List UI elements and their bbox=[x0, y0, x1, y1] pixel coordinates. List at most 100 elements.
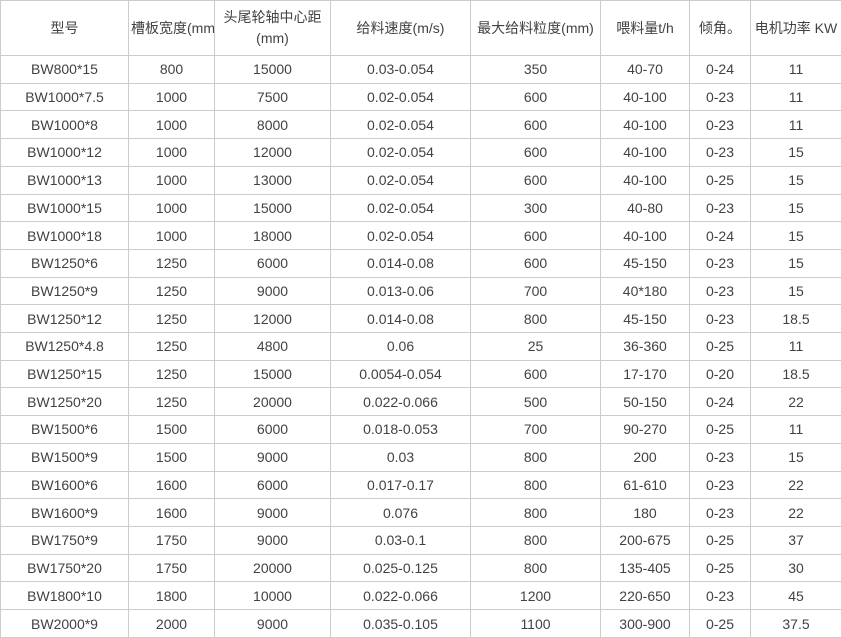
table-cell: 22 bbox=[751, 499, 841, 527]
table-cell: BW1750*9 bbox=[1, 526, 129, 554]
table-cell: 800 bbox=[471, 526, 601, 554]
table-row: BW1250*121250120000.014-0.0880045-1500-2… bbox=[1, 305, 841, 333]
table-row: BW1500*6150060000.018-0.05370090-2700-25… bbox=[1, 416, 841, 444]
table-cell: 0.02-0.054 bbox=[331, 222, 471, 250]
table-cell: BW1500*6 bbox=[1, 416, 129, 444]
table-cell: 11 bbox=[751, 416, 841, 444]
table-cell: 1250 bbox=[129, 249, 215, 277]
table-cell: 0.076 bbox=[331, 499, 471, 527]
table-cell: BW1250*20 bbox=[1, 388, 129, 416]
table-cell: 600 bbox=[471, 83, 601, 111]
table-cell: 0.02-0.054 bbox=[331, 83, 471, 111]
table-cell: 7500 bbox=[215, 83, 331, 111]
table-cell: 600 bbox=[471, 222, 601, 250]
table-cell: 200 bbox=[601, 443, 690, 471]
table-cell: 45 bbox=[751, 582, 841, 610]
table-cell: 700 bbox=[471, 277, 601, 305]
table-cell: 15 bbox=[751, 277, 841, 305]
table-row: BW1600*6160060000.017-0.1780061-6100-232… bbox=[1, 471, 841, 499]
table-cell: BW1750*20 bbox=[1, 554, 129, 582]
table-cell: BW1250*15 bbox=[1, 360, 129, 388]
table-cell: 40-100 bbox=[601, 222, 690, 250]
table-cell: 20000 bbox=[215, 554, 331, 582]
table-cell: 0.022-0.066 bbox=[331, 582, 471, 610]
column-header: 喂料量t/h bbox=[601, 1, 690, 56]
table-cell: 17-170 bbox=[601, 360, 690, 388]
table-cell: 0-23 bbox=[690, 111, 751, 139]
table-cell: 0-23 bbox=[690, 249, 751, 277]
table-cell: 600 bbox=[471, 360, 601, 388]
table-cell: 0-23 bbox=[690, 443, 751, 471]
table-cell: 0-25 bbox=[690, 526, 751, 554]
table-cell: 0-25 bbox=[690, 166, 751, 194]
table-cell: 1250 bbox=[129, 388, 215, 416]
table-row: BW1500*9150090000.038002000-2315 bbox=[1, 443, 841, 471]
table-cell: BW1800*10 bbox=[1, 582, 129, 610]
table-cell: 0-25 bbox=[690, 610, 751, 638]
table-cell: 15 bbox=[751, 222, 841, 250]
table-cell: 1250 bbox=[129, 277, 215, 305]
table-cell: 800 bbox=[129, 56, 215, 84]
table-cell: 1600 bbox=[129, 471, 215, 499]
table-cell: 40-100 bbox=[601, 139, 690, 167]
table-cell: 40-100 bbox=[601, 111, 690, 139]
table-cell: 600 bbox=[471, 139, 601, 167]
table-cell: 9000 bbox=[215, 443, 331, 471]
table-cell: 18.5 bbox=[751, 360, 841, 388]
table-cell: 15000 bbox=[215, 56, 331, 84]
table-cell: 10000 bbox=[215, 582, 331, 610]
table-cell: 600 bbox=[471, 249, 601, 277]
table-cell: 40-100 bbox=[601, 83, 690, 111]
table-row: BW1250*151250150000.0054-0.05460017-1700… bbox=[1, 360, 841, 388]
table-cell: 9000 bbox=[215, 526, 331, 554]
table-cell: 0-25 bbox=[690, 416, 751, 444]
table-cell: 11 bbox=[751, 333, 841, 361]
table-cell: BW1000*15 bbox=[1, 194, 129, 222]
column-header: 槽板宽度(mm) bbox=[129, 1, 215, 56]
table-cell: 1000 bbox=[129, 111, 215, 139]
table-row: BW1250*9125090000.013-0.0670040*1800-231… bbox=[1, 277, 841, 305]
table-cell: 0.02-0.054 bbox=[331, 111, 471, 139]
column-header: 给料速度(m/s) bbox=[331, 1, 471, 56]
table-row: BW2000*9200090000.035-0.1051100300-9000-… bbox=[1, 610, 841, 638]
table-row: BW1800*101800100000.022-0.0661200220-650… bbox=[1, 582, 841, 610]
table-row: BW1250*4.8125048000.062536-3600-2511 bbox=[1, 333, 841, 361]
table-cell: 45-150 bbox=[601, 249, 690, 277]
table-row: BW1000*131000130000.02-0.05460040-1000-2… bbox=[1, 166, 841, 194]
table-cell: 40-70 bbox=[601, 56, 690, 84]
table-row: BW1000*8100080000.02-0.05460040-1000-231… bbox=[1, 111, 841, 139]
table-cell: 0-23 bbox=[690, 277, 751, 305]
table-cell: 9000 bbox=[215, 499, 331, 527]
table-cell: 15000 bbox=[215, 194, 331, 222]
table-row: BW1250*6125060000.014-0.0860045-1500-231… bbox=[1, 249, 841, 277]
table-cell: 0-25 bbox=[690, 333, 751, 361]
table-cell: 90-270 bbox=[601, 416, 690, 444]
table-cell: 800 bbox=[471, 499, 601, 527]
table-cell: 2000 bbox=[129, 610, 215, 638]
table-cell: 1000 bbox=[129, 83, 215, 111]
table-cell: 0.02-0.054 bbox=[331, 194, 471, 222]
table-cell: 18000 bbox=[215, 222, 331, 250]
table-cell: 300 bbox=[471, 194, 601, 222]
table-cell: BW800*15 bbox=[1, 56, 129, 84]
column-header: 型号 bbox=[1, 1, 129, 56]
table-row: BW1000*181000180000.02-0.05460040-1000-2… bbox=[1, 222, 841, 250]
table-cell: 0.013-0.06 bbox=[331, 277, 471, 305]
table-cell: 800 bbox=[471, 443, 601, 471]
table-cell: BW1600*9 bbox=[1, 499, 129, 527]
table-cell: 0-24 bbox=[690, 388, 751, 416]
spec-table: 型号槽板宽度(mm)头尾轮轴中心距 (mm)给料速度(m/s)最大给料粒度(mm… bbox=[0, 0, 841, 638]
table-row: BW1000*121000120000.02-0.05460040-1000-2… bbox=[1, 139, 841, 167]
table-cell: BW1000*13 bbox=[1, 166, 129, 194]
table-cell: 180 bbox=[601, 499, 690, 527]
table-cell: 0.0054-0.054 bbox=[331, 360, 471, 388]
table-cell: 6000 bbox=[215, 416, 331, 444]
table-cell: 6000 bbox=[215, 249, 331, 277]
table-cell: 0-23 bbox=[690, 305, 751, 333]
table-cell: 0.03 bbox=[331, 443, 471, 471]
table-cell: 0.03-0.1 bbox=[331, 526, 471, 554]
table-cell: 22 bbox=[751, 471, 841, 499]
table-cell: 0-23 bbox=[690, 83, 751, 111]
table-cell: 1750 bbox=[129, 526, 215, 554]
table-cell: 350 bbox=[471, 56, 601, 84]
